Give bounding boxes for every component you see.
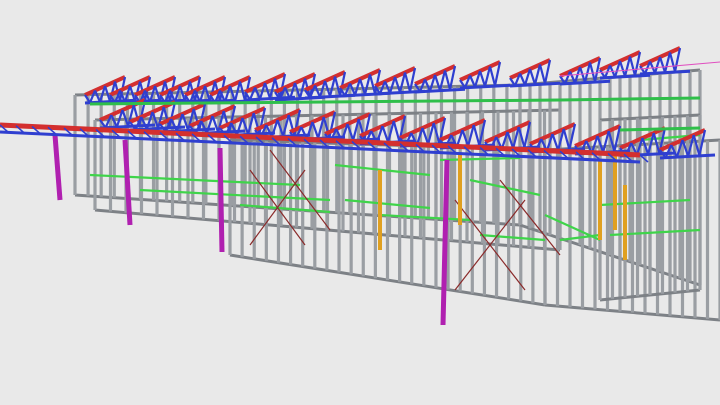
eave-batten <box>619 126 701 132</box>
steel-frame-model <box>0 0 720 405</box>
verandah-post <box>217 147 225 253</box>
3d-viewport[interactable] <box>0 0 720 405</box>
eave-batten <box>559 96 701 102</box>
